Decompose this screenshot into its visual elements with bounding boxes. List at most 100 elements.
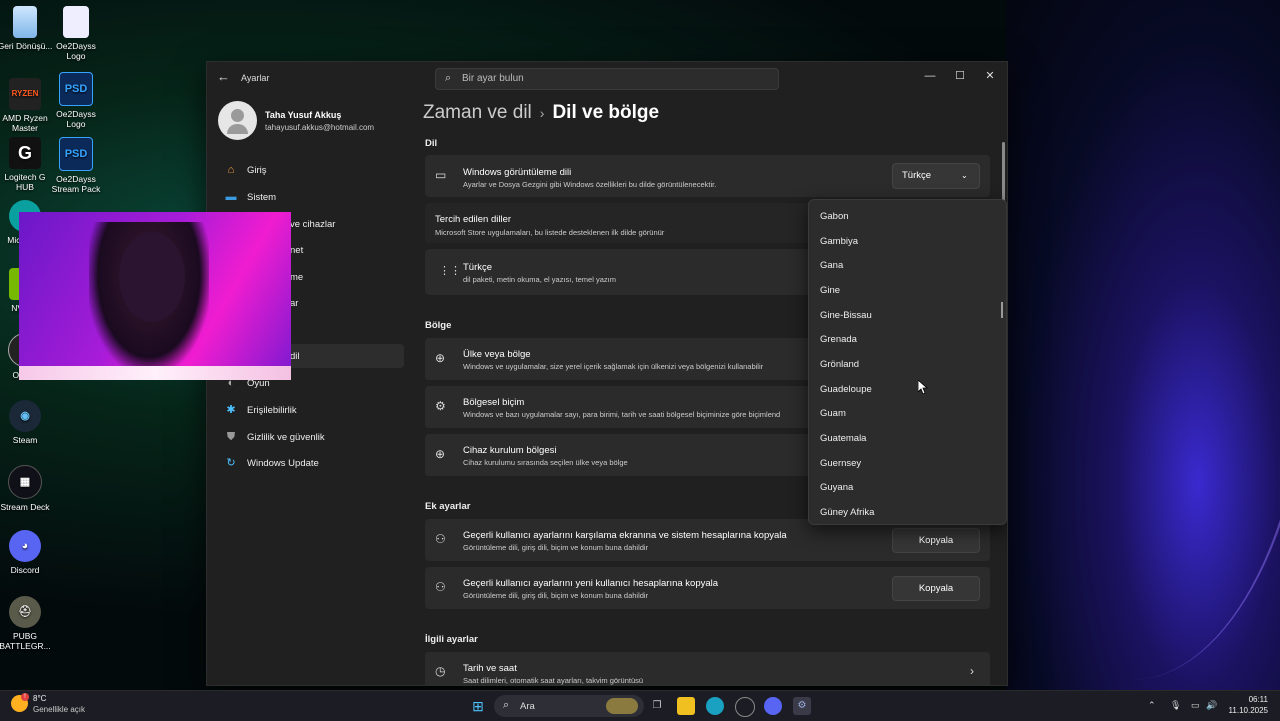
sidebar-item-label: ar	[290, 298, 299, 309]
copy-new-users-card: ⚇ Geçerli kullanıcı ayarlarını yeni kull…	[425, 567, 990, 609]
desktop-icon-label: Discord	[10, 565, 40, 575]
desktop-icon-discord[interactable]: ◕ Discord	[0, 530, 55, 575]
psd-icon: PSD	[59, 72, 93, 106]
country-option[interactable]: Guatemala	[820, 433, 866, 444]
country-option[interactable]: Guernsey	[820, 458, 861, 469]
drag-handle-icon[interactable]: ⋮⋮	[439, 264, 461, 277]
taskbar-search-label: Ara	[520, 701, 535, 712]
card-subtitle: Windows ve bazı uygulamalar sayı, para b…	[463, 410, 781, 419]
taskbar-search[interactable]: ⌕ Ara	[494, 695, 644, 717]
webcam-floor	[19, 366, 291, 380]
tray-overflow-icon[interactable]: ⌃	[1148, 700, 1156, 711]
sidebar-item-label: ve cihazlar	[290, 219, 336, 230]
title-bar: ← Ayarlar ⌕ Bir ayar bulun — ☐ ✕	[207, 62, 1007, 92]
system-icon: ▬	[225, 191, 237, 203]
sidebar-item-home[interactable]: ⌂ Giriş	[218, 158, 404, 182]
user-email: tahayusuf.akkus@hotmail.com	[265, 123, 375, 132]
copy-welcome-button[interactable]: Kopyala	[892, 528, 980, 553]
search-placeholder: Bir ayar bulun	[462, 73, 524, 84]
country-option[interactable]: Gana	[820, 260, 843, 271]
date-time-card[interactable]: ◷ Tarih ve saat Saat dilimleri, otomatik…	[425, 652, 990, 685]
card-subtitle: Görüntüleme dili, giriş dili, biçim ve k…	[463, 591, 649, 600]
psd-icon: PSD	[59, 137, 93, 171]
desktop-icon-stream-pack-psd[interactable]: PSD Oe2Dayss Stream Pack	[46, 137, 106, 194]
desktop-icon-steam[interactable]: ◉ Steam	[0, 400, 55, 445]
country-dropdown-list[interactable]: Gabon Gambiya Gana Gine Gine-Bissau Gren…	[808, 199, 1007, 525]
update-icon: ↻	[226, 457, 236, 469]
section-title-related: İlgili ayarlar	[425, 634, 478, 645]
desktop-icon-label: Stream Deck	[0, 502, 50, 512]
webcam-person-head	[119, 232, 185, 322]
steam-icon: ◉	[9, 400, 41, 432]
sidebar-item-windows-update[interactable]: ↻ Windows Update	[218, 451, 404, 475]
back-arrow-icon[interactable]: ←	[217, 69, 230, 84]
taskbar: ! 8°C Genellikle açık ⊞ ⌕ Ara ❐ ⚙ ⌃ 🎙 ▭ …	[0, 690, 1280, 721]
country-option[interactable]: Grenada	[820, 334, 857, 345]
microphone-icon[interactable]: 🎙	[1170, 700, 1181, 711]
card-title: Tercih edilen diller	[435, 214, 512, 225]
country-option[interactable]: Guadeloupe	[820, 384, 872, 395]
file-explorer-icon[interactable]	[677, 697, 695, 715]
weather-description[interactable]: Genellikle açık	[33, 705, 85, 714]
card-subtitle: Saat dilimleri, otomatik saat ayarları, …	[463, 676, 644, 685]
home-icon: ⌂	[227, 164, 235, 176]
sidebar-item-label: Giriş	[247, 165, 267, 176]
volume-icon[interactable]: 🔊	[1206, 700, 1217, 711]
country-option[interactable]: Gabon	[820, 211, 849, 222]
network-icon[interactable]: ▭	[1191, 700, 1200, 711]
page-title: Dil ve bölge	[552, 102, 660, 123]
dropdown-scrollbar[interactable]	[1001, 302, 1003, 318]
settings-window: ← Ayarlar ⌕ Bir ayar bulun — ☐ ✕ Taha Yu…	[206, 61, 1008, 686]
display-language-select[interactable]: Türkçe ⌄	[892, 163, 980, 189]
country-option[interactable]: Gambiya	[820, 236, 858, 247]
desktop-icon-label: Logitech G HUB	[4, 172, 46, 192]
clock-time: 06:11	[1248, 695, 1268, 704]
minimize-button[interactable]: —	[915, 66, 945, 86]
display-language-value: Türkçe	[902, 170, 932, 181]
card-title: Tarih ve saat	[463, 663, 517, 674]
shield-icon: ⛊	[226, 431, 236, 443]
desktop-icon-logo-psd[interactable]: PSD Oe2Dayss Logo	[46, 72, 106, 129]
edge-icon[interactable]	[706, 697, 724, 715]
amd-ryzen-icon: RYZEN	[9, 78, 41, 110]
start-button[interactable]: ⊞	[469, 697, 487, 715]
copy-new-users-button[interactable]: Kopyala	[892, 576, 980, 601]
country-option[interactable]: Gine	[820, 285, 840, 296]
discord-icon[interactable]	[764, 697, 782, 715]
card-title: Geçerli kullanıcı ayarlarını yeni kullan…	[463, 578, 719, 589]
card-subtitle: Görüntüleme dili, giriş dili, biçim ve k…	[463, 543, 649, 552]
globe-icon: ⊕	[435, 447, 446, 461]
breadcrumb-parent[interactable]: Zaman ve dil	[423, 102, 532, 123]
wallpaper-streak	[1010, 80, 1280, 680]
country-option[interactable]: Gine-Bissau	[820, 310, 872, 321]
close-button[interactable]: ✕	[975, 66, 1005, 86]
card-title: Windows görüntüleme dili	[463, 167, 572, 178]
desktop-icon-stream-deck[interactable]: ▦ Stream Deck	[0, 465, 55, 512]
desktop-icon-logo-file[interactable]: Oe2Dayss Logo	[46, 6, 106, 61]
sidebar-item-privacy[interactable]: ⛊ Gizlilik ve güvenlik	[218, 425, 404, 449]
page-scrollbar[interactable]	[1002, 142, 1005, 202]
sidebar-item-label: dil	[290, 351, 300, 362]
country-option[interactable]: Grönland	[820, 359, 859, 370]
obs-icon[interactable]	[735, 697, 755, 717]
country-option[interactable]: Guam	[820, 408, 846, 419]
sidebar-item-accessibility[interactable]: ✱ Erişilebilirlik	[218, 398, 404, 422]
settings-search-input[interactable]: ⌕ Bir ayar bulun	[435, 68, 779, 90]
avatar[interactable]	[218, 101, 257, 140]
mouse-cursor-icon	[918, 380, 928, 394]
country-option[interactable]: Guyana	[820, 482, 853, 493]
settings-taskbar-icon[interactable]: ⚙	[793, 697, 811, 715]
search-highlight-icon	[606, 698, 638, 714]
desktop-icon-label: Oe2Dayss Stream Pack	[51, 174, 101, 194]
desktop-icon-label: Geri Dönüşü...	[0, 41, 53, 51]
desktop-icon-pubg[interactable]: ⛑ PUBG BATTLEGR...	[0, 596, 55, 651]
task-view-icon[interactable]: ❐	[648, 697, 666, 715]
taskbar-clock[interactable]: 06:11 11.10.2025	[1218, 694, 1268, 716]
card-title: Ülke veya bölge	[463, 349, 531, 360]
maximize-button[interactable]: ☐	[945, 66, 975, 86]
weather-temperature[interactable]: 8°C	[33, 694, 46, 703]
clock-icon: ◷	[435, 664, 446, 678]
sidebar-item-system[interactable]: ▬ Sistem	[218, 185, 404, 209]
section-title-region: Bölge	[425, 320, 452, 331]
country-option[interactable]: Güney Afrika	[820, 507, 874, 518]
